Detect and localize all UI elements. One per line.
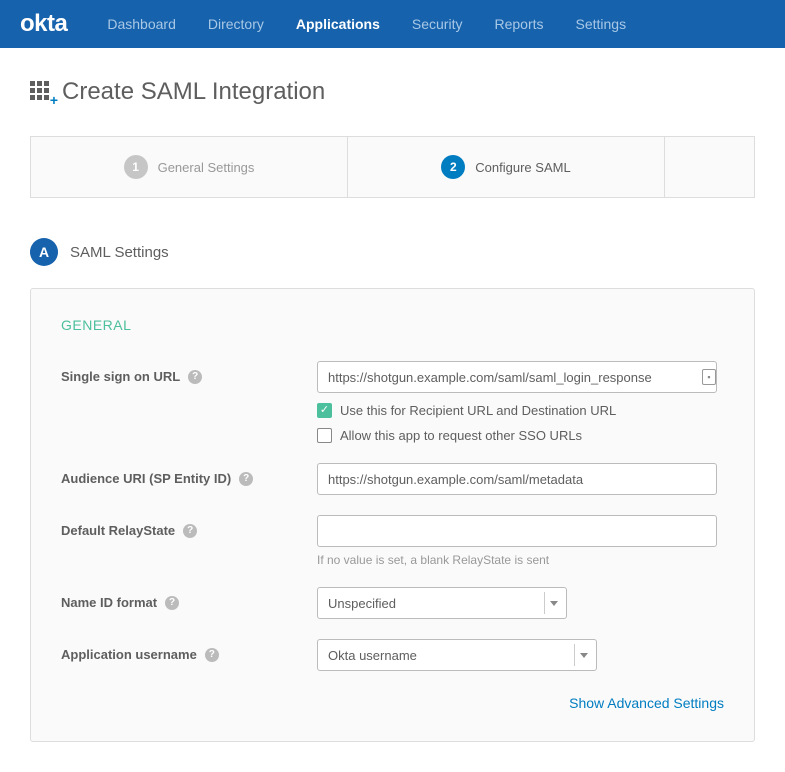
- nav-security[interactable]: Security: [412, 16, 463, 32]
- okta-logo: okta: [20, 10, 67, 38]
- step-number-badge: 1: [124, 155, 148, 179]
- plus-icon: +: [50, 93, 58, 107]
- wizard-step-next[interactable]: [665, 137, 755, 197]
- other-sso-urls-checkbox-label: Allow this app to request other SSO URLs: [340, 428, 582, 443]
- relaystate-input[interactable]: [317, 515, 717, 547]
- top-nav: okta Dashboard Directory Applications Se…: [0, 0, 785, 48]
- recipient-url-checkbox-label: Use this for Recipient URL and Destinati…: [340, 403, 616, 418]
- app-username-select[interactable]: Okta username: [317, 639, 597, 671]
- help-icon[interactable]: ?: [188, 370, 202, 384]
- panel-heading-general: GENERAL: [61, 317, 724, 333]
- section-letter-badge: A: [30, 238, 58, 266]
- nav-items: Dashboard Directory Applications Securit…: [107, 16, 626, 32]
- nameid-format-select[interactable]: Unspecified: [317, 587, 567, 619]
- step-label: General Settings: [158, 160, 255, 175]
- section-header: A SAML Settings: [30, 238, 755, 266]
- chevron-down-icon: [550, 601, 558, 606]
- step-label: Configure SAML: [475, 160, 570, 175]
- relaystate-label: Default RelayState ?: [61, 515, 317, 538]
- sso-url-input[interactable]: [317, 361, 717, 393]
- help-icon[interactable]: ?: [183, 524, 197, 538]
- wizard-step-general-settings[interactable]: 1 General Settings: [31, 137, 348, 197]
- app-username-label: Application username ?: [61, 639, 317, 662]
- apps-grid-icon: +: [30, 81, 52, 103]
- wizard-step-configure-saml[interactable]: 2 Configure SAML: [348, 137, 665, 197]
- wizard-steps: 1 General Settings 2 Configure SAML: [30, 136, 755, 198]
- input-contacts-icon[interactable]: ▪: [702, 369, 716, 385]
- nav-directory[interactable]: Directory: [208, 16, 264, 32]
- sso-url-label: Single sign on URL ?: [61, 361, 317, 384]
- help-icon[interactable]: ?: [239, 472, 253, 486]
- nav-settings[interactable]: Settings: [576, 16, 627, 32]
- page-title: Create SAML Integration: [62, 78, 325, 106]
- help-icon[interactable]: ?: [165, 596, 179, 610]
- chevron-down-icon: [580, 653, 588, 658]
- help-icon[interactable]: ?: [205, 648, 219, 662]
- nav-applications[interactable]: Applications: [296, 16, 380, 32]
- step-number-badge: 2: [441, 155, 465, 179]
- relaystate-hint: If no value is set, a blank RelayState i…: [317, 553, 724, 567]
- saml-settings-panel: GENERAL Single sign on URL ? ▪ Use this …: [30, 288, 755, 742]
- nav-reports[interactable]: Reports: [494, 16, 543, 32]
- audience-uri-label: Audience URI (SP Entity ID) ?: [61, 463, 317, 486]
- other-sso-urls-checkbox[interactable]: [317, 428, 332, 443]
- nameid-format-label: Name ID format ?: [61, 587, 317, 610]
- section-title: SAML Settings: [70, 244, 169, 261]
- nav-dashboard[interactable]: Dashboard: [107, 16, 176, 32]
- show-advanced-settings-link[interactable]: Show Advanced Settings: [569, 695, 724, 711]
- recipient-url-checkbox[interactable]: [317, 403, 332, 418]
- page-title-row: + Create SAML Integration: [30, 78, 755, 106]
- audience-uri-input[interactable]: [317, 463, 717, 495]
